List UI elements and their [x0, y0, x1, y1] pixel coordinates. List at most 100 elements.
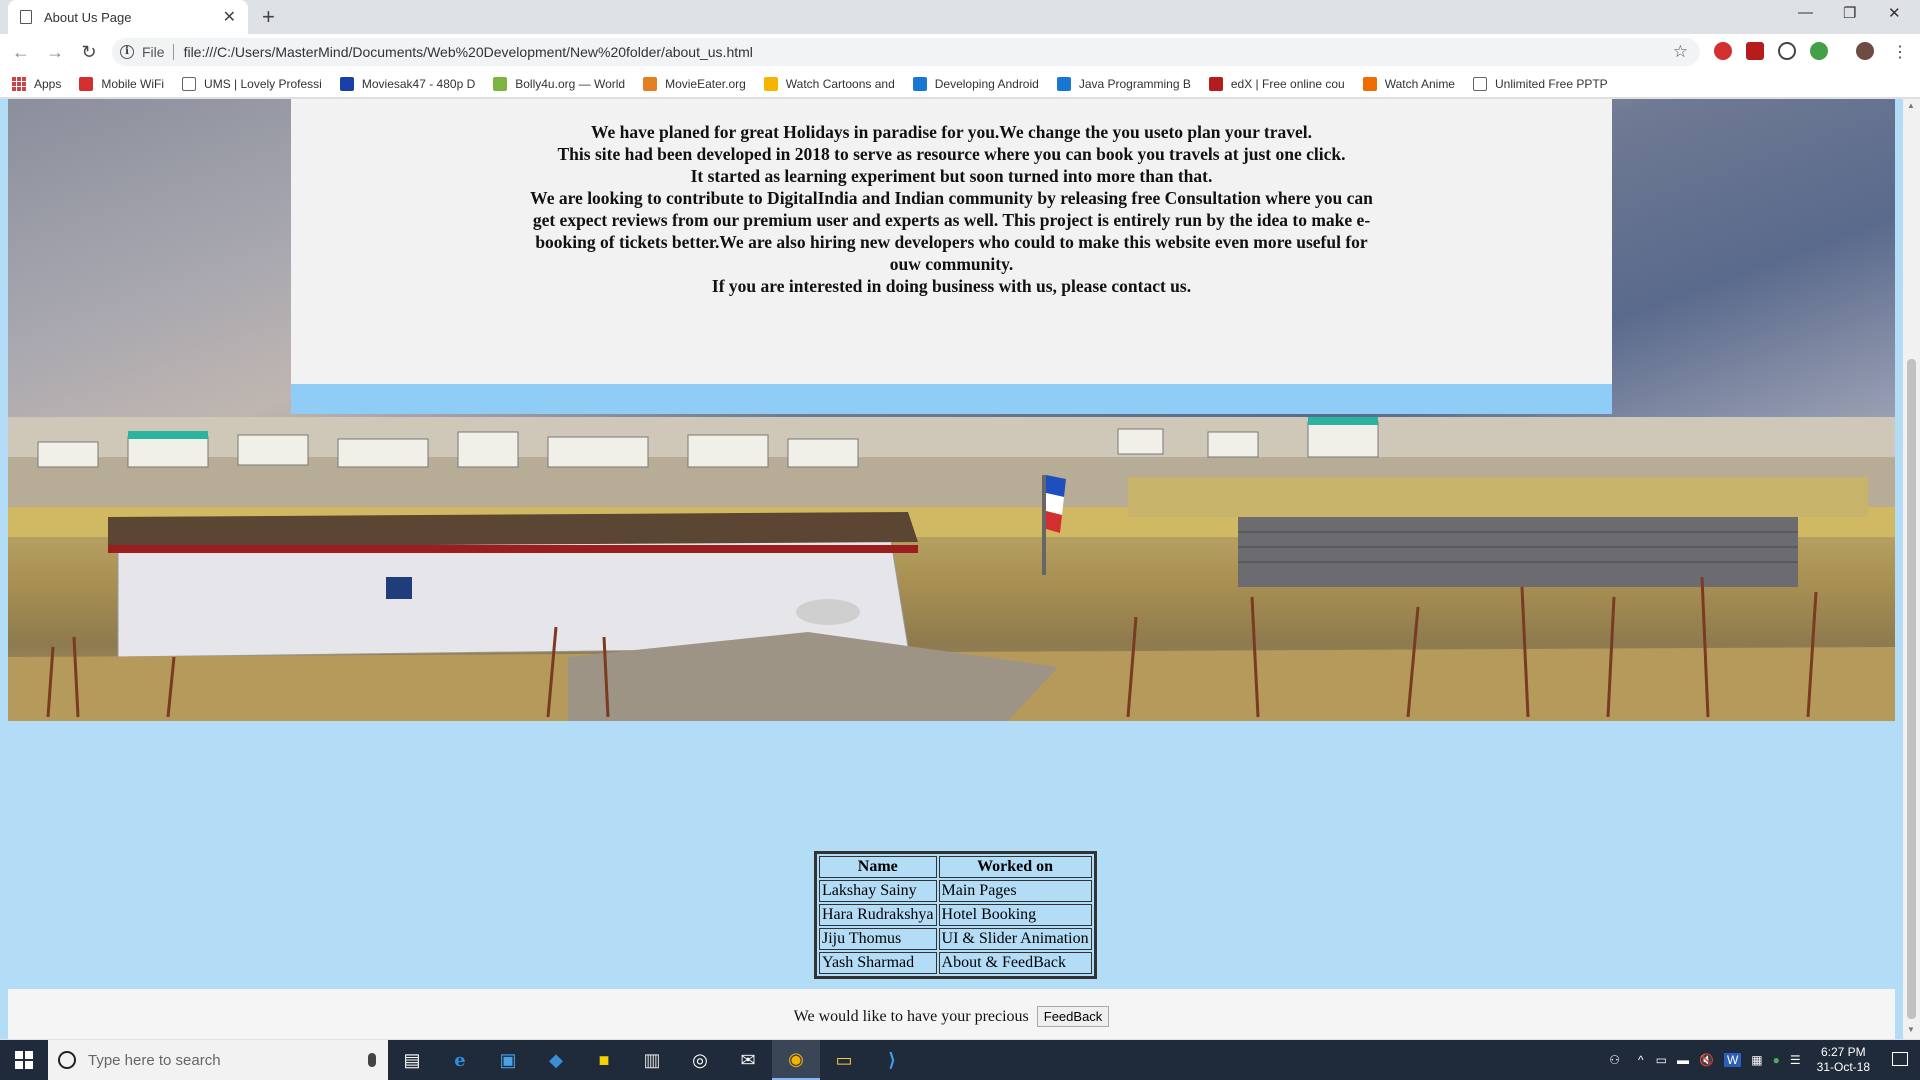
word-icon[interactable]: W: [1723, 1053, 1742, 1067]
network-icon[interactable]: ▭: [1656, 1053, 1667, 1067]
system-tray: ⚇ ^ ▭ ▬ 🔇 W ▦ ● ☰ 6:27 PM 31-Oct-18: [1609, 1040, 1870, 1080]
content-strip: [291, 384, 1612, 414]
reload-icon[interactable]: ↻: [76, 42, 102, 63]
address-scheme: File: [142, 44, 165, 60]
people-icon[interactable]: ⚇: [1609, 1053, 1620, 1067]
bookmark-item[interactable]: Unlimited Free PPTP: [1472, 76, 1608, 91]
page-viewport[interactable]: We have planed for great Holidays in par…: [0, 99, 1903, 1039]
page-scrollbar[interactable]: ▲ ▼: [1903, 99, 1920, 1039]
table-row: Jiju Thomus UI & Slider Animation: [819, 928, 1092, 950]
task-view-icon[interactable]: ▤: [388, 1040, 436, 1080]
tab-about-us[interactable]: About Us Page ✕: [8, 0, 248, 34]
movies-icon: [339, 76, 354, 91]
scroll-down-icon[interactable]: ▼: [1907, 1025, 1915, 1034]
tab-title: About Us Page: [44, 9, 132, 25]
forward-icon[interactable]: →: [42, 42, 68, 63]
store-icon[interactable]: ▥: [628, 1040, 676, 1080]
keyboard-icon[interactable]: ▦: [1751, 1053, 1762, 1067]
village-landscape-image: [8, 417, 1895, 721]
table-header-row: Name Worked on: [819, 856, 1092, 878]
udacity-icon: [912, 76, 927, 91]
start-button[interactable]: [0, 1040, 48, 1080]
bookmark-item[interactable]: Developing Android: [912, 76, 1039, 91]
address-url[interactable]: file:///C:/Users/MasterMind/Documents/We…: [184, 44, 753, 60]
table-row: Lakshay Sainy Main Pages: [819, 880, 1092, 902]
table-cell: About & FeedBack: [938, 952, 1092, 974]
feedback-button[interactable]: FeedBack: [1036, 1006, 1110, 1027]
huawei-icon: [79, 76, 94, 91]
bookmark-apps[interactable]: Apps: [12, 76, 61, 91]
bookmark-item[interactable]: MovieEater.org: [643, 76, 746, 91]
bookmark-item[interactable]: edX | Free online cou: [1208, 76, 1345, 91]
file-explorer-icon[interactable]: ▭: [820, 1040, 868, 1080]
chrome-icon[interactable]: ◉: [772, 1040, 820, 1080]
opera-extension-icon[interactable]: [1714, 42, 1732, 60]
about-text: We have planed for great Holidays in par…: [291, 121, 1612, 297]
column-header: Name: [819, 856, 937, 878]
table-row: Yash Sharmad About & FeedBack: [819, 952, 1092, 974]
tab-strip: About Us Page ✕ + — ❐ ✕: [0, 0, 1920, 34]
restore-icon[interactable]: ❐: [1843, 4, 1856, 22]
globe-extension-icon[interactable]: [1810, 42, 1828, 60]
notification-icon[interactable]: [1892, 1052, 1908, 1066]
close-tab-icon[interactable]: ✕: [223, 7, 236, 27]
chevron-up-icon[interactable]: ^: [1638, 1053, 1644, 1067]
speed-extension-icon[interactable]: [1778, 42, 1796, 60]
about-line: This site had been developed in 2018 to …: [557, 144, 1346, 164]
app-tray-icon[interactable]: ●: [1773, 1053, 1780, 1067]
scrollbar-thumb[interactable]: [1907, 359, 1916, 1019]
table-cell: Lakshay Sainy: [819, 880, 937, 902]
clock[interactable]: 6:27 PM 31-Oct-18: [1817, 1045, 1870, 1075]
menu-icon[interactable]: ⋮: [1892, 42, 1908, 62]
movieeater-icon: [643, 76, 658, 91]
about-line: We are looking to contribute to DigitalI…: [530, 188, 1373, 274]
table-cell: Yash Sharmad: [819, 952, 937, 974]
back-icon[interactable]: ←: [8, 42, 34, 63]
bookmark-item[interactable]: Java Programming B: [1056, 76, 1191, 91]
scroll-up-icon[interactable]: ▲: [1907, 101, 1915, 110]
avatar[interactable]: [1856, 42, 1874, 60]
microphone-icon[interactable]: [368, 1053, 376, 1067]
page-icon: [182, 76, 197, 91]
apps-grid-icon: [12, 76, 26, 91]
table-cell: Main Pages: [938, 880, 1092, 902]
edge-icon[interactable]: e: [436, 1040, 484, 1080]
ublock-extension-icon[interactable]: [1746, 42, 1764, 60]
new-tab-button[interactable]: +: [262, 4, 275, 30]
groove-icon[interactable]: ◎: [676, 1040, 724, 1080]
bookmark-item[interactable]: Moviesak47 - 480p D: [339, 76, 475, 91]
table-row: Hara Rudrakshya Hotel Booking: [819, 904, 1092, 926]
edx-icon: [1208, 76, 1223, 91]
vscode-icon[interactable]: ⟩: [868, 1040, 916, 1080]
bookmark-item[interactable]: UMS | Lovely Professi: [182, 76, 322, 91]
volume-muted-icon[interactable]: 🔇: [1699, 1053, 1714, 1067]
about-line: We have planed for great Holidays in par…: [590, 122, 1313, 142]
table-cell: UI & Slider Animation: [938, 928, 1092, 950]
info-icon[interactable]: i: [120, 45, 134, 59]
bookmark-item[interactable]: Watch Cartoons and: [763, 76, 895, 91]
address-bar[interactable]: i File file:///C:/Users/MasterMind/Docum…: [112, 38, 1700, 66]
window-close-icon[interactable]: ✕: [1888, 4, 1901, 22]
cortana-icon: [58, 1051, 76, 1069]
clock-date: 31-Oct-18: [1816, 1060, 1870, 1074]
explorer-app-icon[interactable]: ▣: [484, 1040, 532, 1080]
sticky-notes-icon[interactable]: ■: [580, 1040, 628, 1080]
bookmark-item[interactable]: Watch Anime: [1362, 76, 1455, 91]
wifi-icon[interactable]: ☰: [1790, 1053, 1801, 1067]
windows-logo-icon: [15, 1051, 33, 1069]
windows-taskbar: Type here to search ▤ e ▣ ◆ ■ ▥ ◎ ✉ ◉ ▭ …: [0, 1040, 1920, 1080]
feedback-footer: We would like to have your precious Feed…: [8, 989, 1895, 1039]
mail-icon[interactable]: ✉: [724, 1040, 772, 1080]
bookmark-item[interactable]: Mobile WiFi: [79, 76, 164, 91]
bookmark-item[interactable]: Bolly4u.org — World: [493, 76, 625, 91]
app-icon[interactable]: ◆: [532, 1040, 580, 1080]
taskbar-search[interactable]: Type here to search: [48, 1040, 388, 1080]
minimize-icon[interactable]: —: [1798, 4, 1813, 21]
bolly4u-icon: [493, 76, 508, 91]
bookmark-star-icon[interactable]: ☆: [1673, 42, 1688, 62]
about-line: It started as learning experiment but so…: [690, 166, 1213, 186]
search-placeholder: Type here to search: [88, 1051, 221, 1069]
browser-toolbar: ← → ↻ i File file:///C:/Users/MasterMind…: [0, 34, 1920, 70]
battery-icon[interactable]: ▬: [1677, 1053, 1689, 1067]
clock-time: 6:27 PM: [1820, 1045, 1866, 1059]
